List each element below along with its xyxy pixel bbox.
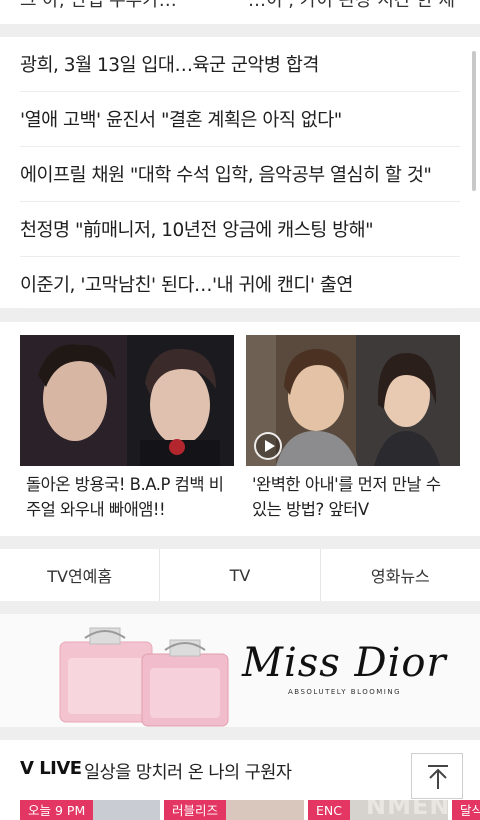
vlive-tile[interactable]: 러블리즈 xyxy=(164,800,304,820)
previous-section-text-left[interactable]: 그 아, 만렙 주부가… xyxy=(20,0,177,12)
scrollbar[interactable] xyxy=(472,51,476,191)
vlive-tile-badge: 오늘 9 PM xyxy=(20,800,94,820)
ad-banner[interactable]: Miss Dior ABSOLUTELY BLOOMING xyxy=(0,614,480,727)
vlive-subtitle[interactable]: 일상을 망치러 온 나의 구원자 xyxy=(84,759,292,784)
headline-item[interactable]: 광희, 3월 13일 입대…육군 군악병 합격 xyxy=(20,37,460,92)
headline-item[interactable]: 에이프릴 채원 "대학 수석 입학, 음악공부 열심히 할 것" xyxy=(20,147,460,202)
vlive-tile-overlay-text: NMENT xyxy=(366,800,448,820)
card-title[interactable]: '완벽한 아내'를 먼저 만날 수 있는 방법? 앞터V xyxy=(246,472,460,522)
ad-brand: Miss Dior xyxy=(242,640,447,686)
vlive-tile-badge: ENC xyxy=(308,800,350,820)
vlive-tile[interactable]: 달식 xyxy=(452,800,480,820)
arrow-up-icon xyxy=(428,765,448,789)
tab-tv-entertainment-home[interactable]: TV연예홈 xyxy=(0,549,161,601)
card-thumbnail[interactable] xyxy=(246,335,460,466)
headline-item[interactable]: 천정명 "前매니저, 10년전 앙금에 캐스팅 방해" xyxy=(20,202,460,257)
previous-section-text-right[interactable]: …이 , 가이 관장 시간 한 제 xyxy=(248,0,455,12)
play-icon[interactable] xyxy=(254,432,282,460)
vlive-title[interactable]: V LIVE xyxy=(20,758,82,779)
photo-card-section: 돌아온 방용국! B.A.P 컴백 비주얼 와우내 빠애앰!! '완벽한 아내'… xyxy=(0,322,480,536)
vlive-tile-badge: 러블리즈 xyxy=(164,800,227,820)
scroll-to-top-button[interactable] xyxy=(411,753,463,799)
headline-list: 광희, 3월 13일 입대…육군 군악병 합격 '열애 고백' 윤진서 "결혼 … xyxy=(0,37,480,312)
vlive-section: V LIVE 일상을 망치러 온 나의 구원자 오늘 9 PM 러블리즈 ENC… xyxy=(0,740,480,820)
headline-item[interactable]: '열애 고백' 윤진서 "결혼 계획은 아직 없다" xyxy=(20,92,460,147)
vlive-tile[interactable]: ENC NMENT xyxy=(308,800,448,820)
tab-movie-news[interactable]: 영화뉴스 xyxy=(321,549,480,601)
ad-tagline: ABSOLUTELY BLOOMING xyxy=(288,688,402,696)
card-title[interactable]: 돌아온 방용국! B.A.P 컴백 비주얼 와우내 빠애앰!! xyxy=(20,472,234,522)
vlive-tile[interactable]: 오늘 9 PM xyxy=(20,800,160,820)
card-thumbnail[interactable] xyxy=(20,335,234,466)
category-tabs: TV연예홈 TV 영화뉴스 xyxy=(0,549,480,601)
previous-section-strip: 그 아, 만렙 주부가… …이 , 가이 관장 시간 한 제 xyxy=(0,0,480,24)
headline-item[interactable]: 이준기, '고막남친' 된다…'내 귀에 캔디' 출연 xyxy=(20,257,460,312)
tab-tv[interactable]: TV xyxy=(160,549,321,601)
video-card[interactable]: '완벽한 아내'를 먼저 만날 수 있는 방법? 앞터V xyxy=(246,335,460,522)
photo-card[interactable]: 돌아온 방용국! B.A.P 컴백 비주얼 와우내 빠애앰!! xyxy=(20,335,234,522)
vlive-tile-badge: 달식 xyxy=(452,800,480,820)
